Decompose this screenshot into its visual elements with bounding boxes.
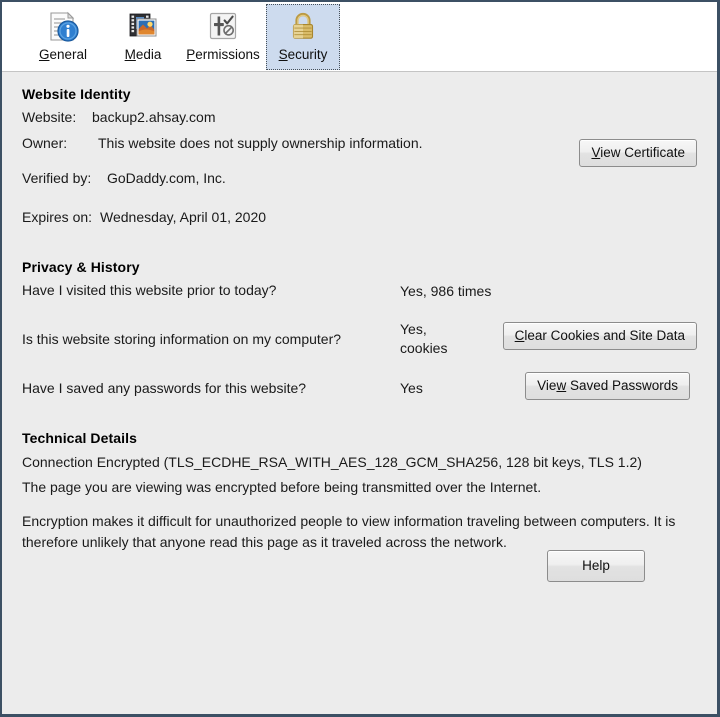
expires-on-row: Expires on: Wednesday, April 01, 2020	[22, 209, 697, 231]
view-saved-passwords-button[interactable]: View Saved Passwords	[525, 372, 690, 400]
passwords-answer: Yes	[400, 379, 423, 396]
visited-answer: Yes, 986 times	[400, 283, 492, 299]
owner-label: Owner:	[22, 135, 68, 151]
view-saved-passwords-label-pre: Vie	[537, 378, 557, 393]
view-certificate-accesskey: V	[591, 145, 601, 160]
tab-security[interactable]: Security	[266, 4, 340, 70]
tab-media-label: Media	[124, 47, 162, 62]
storing-row: Is this website storing information on m…	[22, 318, 697, 360]
encryption-explanation: Encryption makes it difficult for unauth…	[22, 513, 676, 550]
website-value: backup2.ahsay.com	[92, 109, 216, 125]
technical-details-section: Technical Details Connection Encrypted (…	[22, 430, 697, 582]
tab-permissions-label: Permissions	[186, 47, 260, 62]
page-info-dialog: General Media Permissions Security Websi…	[0, 0, 720, 717]
expires-on-value: Wednesday, April 01, 2020	[100, 209, 267, 225]
technical-details-heading: Technical Details	[22, 430, 138, 446]
view-certificate-label: iew Certificate	[600, 145, 685, 160]
tab-general-label: General	[38, 47, 88, 62]
privacy-history-section: Privacy & History Have I visited this we…	[22, 259, 697, 404]
clear-cookies-accesskey: C	[514, 328, 525, 343]
media-film-icon	[126, 10, 160, 44]
verified-by-row: Verified by: GoDaddy.com, Inc.	[22, 170, 697, 192]
tab-media[interactable]: Media	[106, 4, 180, 70]
storing-answer-line1: Yes,	[400, 321, 427, 337]
page-encrypted-line: The page you are viewing was encrypted b…	[22, 479, 542, 495]
page-info-icon	[46, 10, 80, 44]
view-saved-passwords-accesskey: w	[556, 378, 567, 393]
tab-bar: General Media Permissions Security	[2, 2, 717, 72]
visited-row: Have I visited this website prior to tod…	[22, 282, 697, 304]
verified-by-label: Verified by:	[22, 170, 92, 186]
expires-on-label: Expires on:	[22, 209, 93, 225]
privacy-history-heading: Privacy & History	[22, 259, 140, 275]
view-saved-passwords-label-post: Saved Passwords	[566, 378, 678, 393]
help-button[interactable]: Help	[547, 550, 645, 582]
permissions-slider-icon	[206, 10, 240, 44]
website-identity-section: Website Identity Website: backup2.ahsay.…	[22, 86, 697, 231]
website-label: Website:	[22, 109, 77, 125]
owner-value: This website does not supply ownership i…	[98, 135, 423, 151]
tab-general[interactable]: General	[26, 4, 100, 70]
clear-cookies-button[interactable]: Clear Cookies and Site Data	[502, 322, 697, 350]
passwords-row: Have I saved any passwords for this webs…	[22, 372, 697, 404]
view-certificate-button[interactable]: View Certificate	[579, 139, 697, 167]
tab-security-label: Security	[278, 47, 328, 62]
website-identity-heading: Website Identity	[22, 86, 131, 102]
verified-by-value: GoDaddy.com, Inc.	[107, 170, 226, 186]
padlock-icon	[286, 10, 320, 44]
storing-answer-line2: cookies	[400, 340, 448, 356]
storing-question: Is this website storing information on m…	[22, 331, 342, 347]
security-panel: Website Identity Website: backup2.ahsay.…	[2, 72, 717, 714]
storing-answer: Yes, cookies	[400, 320, 495, 358]
passwords-question: Have I saved any passwords for this webs…	[22, 380, 307, 396]
visited-question: Have I visited this website prior to tod…	[22, 282, 277, 298]
website-row: Website: backup2.ahsay.com	[22, 109, 697, 131]
tab-permissions[interactable]: Permissions	[186, 4, 260, 70]
connection-encrypted-line: Connection Encrypted (TLS_ECDHE_RSA_WITH…	[22, 454, 642, 470]
clear-cookies-label: lear Cookies and Site Data	[524, 328, 685, 343]
